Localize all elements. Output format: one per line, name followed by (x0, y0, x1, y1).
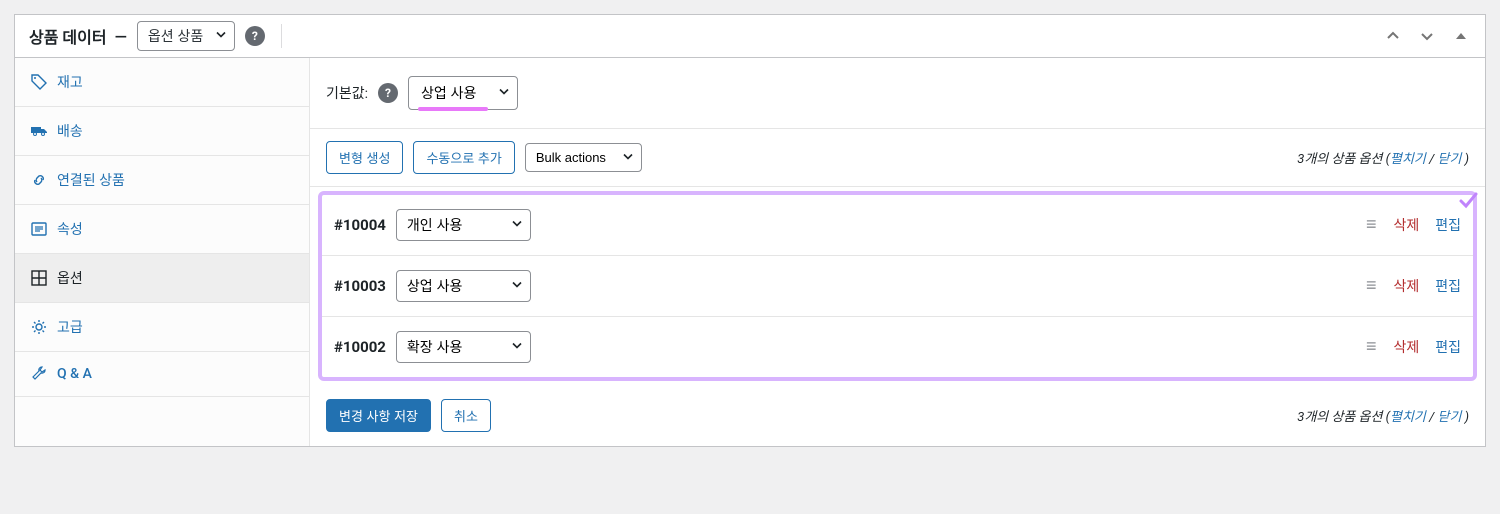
variations-toolbar-bottom: 변경 사항 저장 취소 3개의 상품 옵션 (펼치기 / 닫기 ) (310, 385, 1485, 446)
tab-inventory: 재고 (15, 58, 309, 107)
variation-actions: ≡ 삭제 편집 (1366, 337, 1461, 357)
tab-variations: 옵션 (15, 254, 309, 303)
variation-actions: ≡ 삭제 편집 (1366, 276, 1461, 296)
help-icon[interactable]: ? (245, 26, 265, 46)
save-changes-button[interactable]: 변경 사항 저장 (326, 399, 431, 432)
toggle-panel-button[interactable] (1449, 24, 1473, 48)
remove-variation-link[interactable]: 삭제 (1393, 337, 1419, 357)
highlight-underline (418, 107, 488, 111)
tab-label: 연결된 상품 (57, 170, 125, 190)
tag-icon (31, 74, 47, 90)
panel-header: 상품 데이터 — 옵션 상품 ? (15, 15, 1485, 58)
default-form-select-wrap: 상업 사용 (408, 76, 518, 110)
variation-attribute-select[interactable]: 개인 사용 (396, 209, 531, 241)
variation-actions: ≡ 삭제 편집 (1366, 215, 1461, 235)
remove-variation-link[interactable]: 삭제 (1393, 215, 1419, 235)
variation-attribute-select[interactable]: 상업 사용 (396, 270, 531, 302)
drag-handle-icon[interactable]: ≡ (1366, 338, 1378, 356)
panel-title-dash: — (115, 27, 127, 46)
expand-all-link[interactable]: 펼치기 (1390, 410, 1426, 425)
panel-body: 재고 배송 연결된 상품 (15, 58, 1485, 446)
collapse-all-link[interactable]: 닫기 (1437, 410, 1461, 425)
count-suffix: ) (1461, 410, 1469, 425)
variation-id: #10002 (334, 338, 386, 356)
gear-icon (31, 319, 47, 335)
count-prefix: 3개의 상품 옵션 ( (1297, 410, 1390, 425)
bulk-actions-wrap: Bulk actions (525, 143, 642, 172)
product-data-tabs: 재고 배송 연결된 상품 (15, 58, 310, 446)
drag-handle-icon[interactable]: ≡ (1366, 277, 1378, 295)
tab-variations-link[interactable]: 옵션 (15, 254, 309, 302)
expand-all-link[interactable]: 펼치기 (1390, 152, 1426, 167)
product-data-panel: 상품 데이터 — 옵션 상품 ? (14, 14, 1486, 447)
panel-title-text: 상품 데이터 (29, 24, 107, 48)
variation-attribute-select[interactable]: 확장 사용 (396, 331, 531, 363)
tab-label: 속성 (57, 219, 83, 239)
default-form-select[interactable]: 상업 사용 (408, 76, 518, 110)
tab-qa: Q & A (15, 352, 309, 397)
variations-count-top: 3개의 상품 옵션 (펼치기 / 닫기 ) (1297, 148, 1469, 167)
variations-panel: 기본값: ? 상업 사용 변형 생성 수동으로 추가 (310, 58, 1485, 446)
tab-advanced: 고급 (15, 303, 309, 352)
move-down-button[interactable] (1415, 24, 1439, 48)
grid-icon (31, 270, 47, 286)
default-form-row: 기본값: ? 상업 사용 (310, 58, 1485, 129)
separator (281, 24, 282, 48)
tab-label: Q & A (57, 366, 92, 382)
tab-label: 옵션 (57, 268, 83, 288)
tab-shipping-link[interactable]: 배송 (15, 107, 309, 155)
remove-variation-link[interactable]: 삭제 (1393, 276, 1419, 296)
tab-qa-link[interactable]: Q & A (15, 352, 309, 396)
collapse-all-link[interactable]: 닫기 (1437, 152, 1461, 167)
bulk-actions-select[interactable]: Bulk actions (525, 143, 642, 172)
tab-linked: 연결된 상품 (15, 156, 309, 205)
edit-variation-link[interactable]: 편집 (1435, 276, 1461, 296)
variation-row[interactable]: #10002 확장 사용 ≡ 삭제 편집 (322, 317, 1473, 377)
tab-shipping: 배송 (15, 107, 309, 156)
variation-id: #10004 (334, 216, 386, 234)
add-manually-button[interactable]: 수동으로 추가 (413, 141, 514, 174)
truck-icon (31, 123, 47, 139)
tab-attributes: 속성 (15, 205, 309, 254)
variations-count-bottom: 3개의 상품 옵션 (펼치기 / 닫기 ) (1297, 406, 1469, 425)
count-suffix: ) (1461, 152, 1469, 167)
product-type-select-wrap: 옵션 상품 (137, 21, 235, 51)
tab-label: 재고 (57, 72, 83, 92)
link-icon (31, 172, 47, 188)
variations-highlight-box: #10004 개인 사용 ≡ 삭제 편집 (318, 191, 1477, 381)
count-sep: / (1426, 410, 1438, 425)
edit-variation-link[interactable]: 편집 (1435, 337, 1461, 357)
generate-variations-button[interactable]: 변형 생성 (326, 141, 403, 174)
edit-variation-link[interactable]: 편집 (1435, 215, 1461, 235)
help-icon[interactable]: ? (378, 83, 398, 103)
cancel-button[interactable]: 취소 (441, 399, 491, 432)
default-form-label: 기본값: (326, 83, 368, 103)
wrench-icon (31, 366, 47, 382)
panel-title: 상품 데이터 — (29, 24, 127, 48)
tab-label: 배송 (57, 121, 83, 141)
variation-row[interactable]: #10003 상업 사용 ≡ 삭제 편집 (322, 256, 1473, 317)
count-sep: / (1426, 152, 1438, 167)
check-icon (1457, 189, 1479, 211)
list-icon (31, 221, 47, 237)
tab-inventory-link[interactable]: 재고 (15, 58, 309, 106)
variations-toolbar-top: 변형 생성 수동으로 추가 Bulk actions 3개의 상품 옵션 (펼치… (310, 129, 1485, 187)
move-up-button[interactable] (1381, 24, 1405, 48)
product-type-select[interactable]: 옵션 상품 (137, 21, 235, 51)
tab-attributes-link[interactable]: 속성 (15, 205, 309, 253)
variation-id: #10003 (334, 277, 386, 295)
count-prefix: 3개의 상품 옵션 ( (1297, 152, 1390, 167)
drag-handle-icon[interactable]: ≡ (1366, 216, 1378, 234)
tab-label: 고급 (57, 317, 83, 337)
tab-advanced-link[interactable]: 고급 (15, 303, 309, 351)
tab-linked-link[interactable]: 연결된 상품 (15, 156, 309, 204)
variation-row[interactable]: #10004 개인 사용 ≡ 삭제 편집 (322, 195, 1473, 256)
